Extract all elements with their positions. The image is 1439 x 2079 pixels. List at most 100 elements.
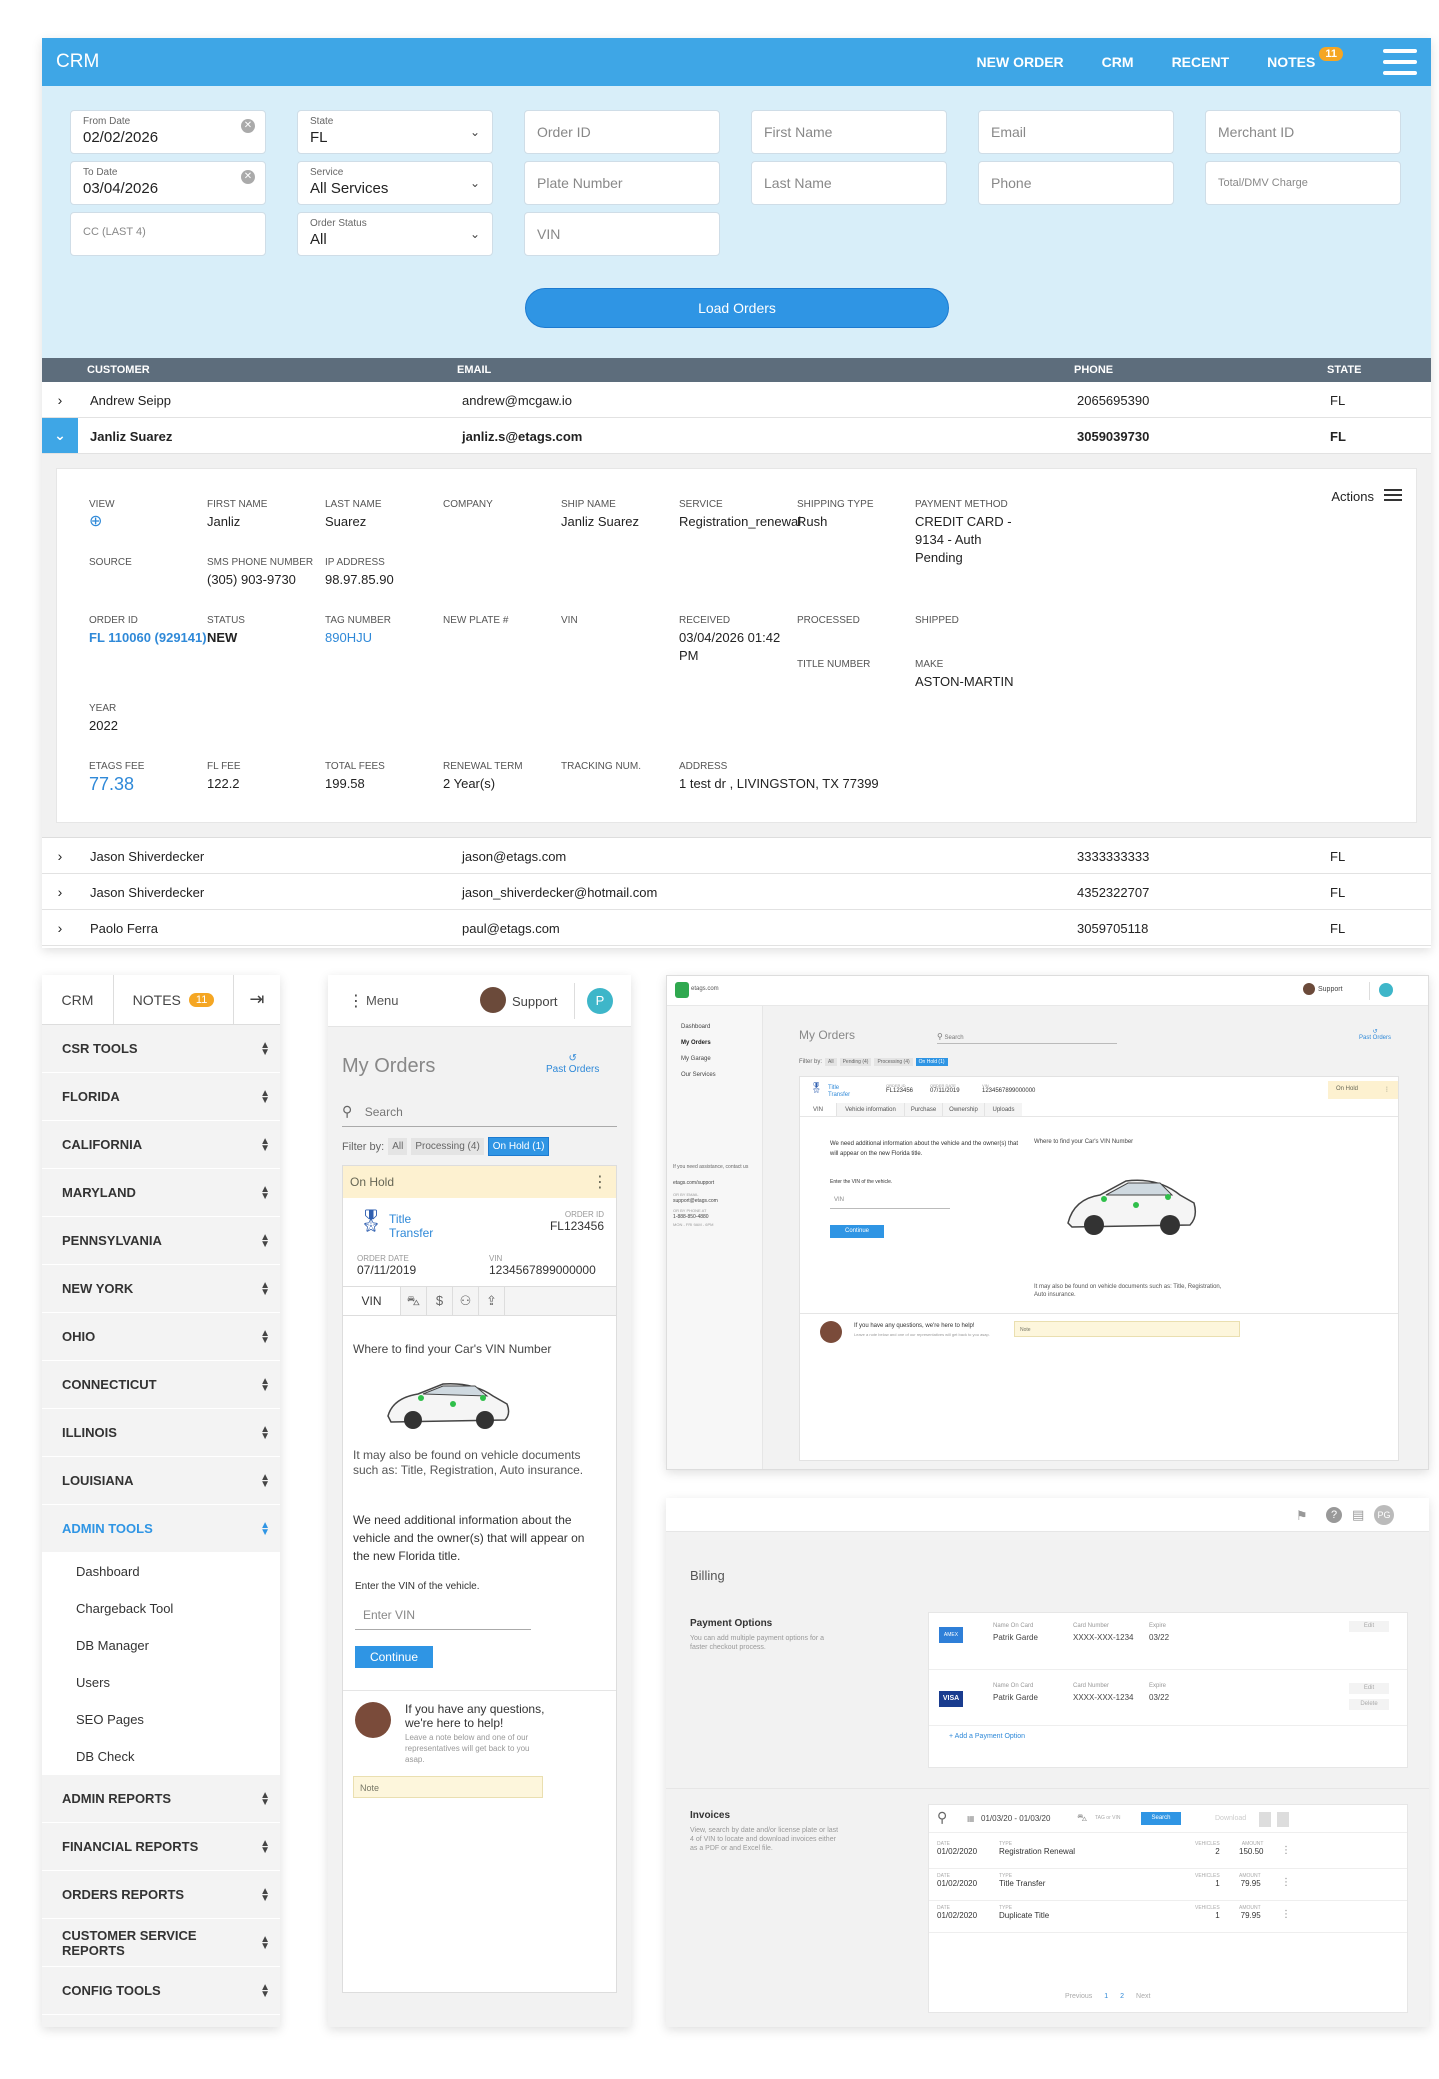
logout-icon[interactable]: ⇥: [234, 975, 280, 1024]
search-input[interactable]: ⚲ Search: [342, 1103, 617, 1127]
pager-previous[interactable]: Previous: [1065, 1993, 1092, 2000]
tab-crm[interactable]: CRM: [42, 975, 114, 1024]
vin-input[interactable]: VIN: [524, 212, 720, 256]
calendar-icon[interactable]: ▦: [967, 1814, 975, 1823]
service-select[interactable]: Service All Services ⌄: [297, 161, 493, 205]
pager-page-2[interactable]: 2: [1120, 1993, 1124, 2000]
filter-on-hold[interactable]: On Hold (1): [487, 1137, 550, 1156]
upload-icon[interactable]: ⇪: [479, 1287, 505, 1315]
phone-value[interactable]: 1-888-850-4880: [673, 1214, 709, 1220]
email-input[interactable]: Email: [978, 110, 1174, 154]
invoice-row[interactable]: DATE 01/02/2020 TYPE Registration Renewal VE…: [929, 1837, 1407, 1869]
sidebar-item-config-tools[interactable]: CONFIG TOOLS ▲ ▼: [42, 1967, 280, 2015]
first-name-input[interactable]: First Name: [751, 110, 947, 154]
invoice-row[interactable]: DATE 01/02/2020 TYPE Title Transfer VEHICLES…: [929, 1869, 1407, 1901]
invoice-row[interactable]: DATE 01/02/2020 TYPE Duplicate Title VEHICLE…: [929, 1901, 1407, 1933]
tab-purchase[interactable]: Purchase: [904, 1103, 942, 1116]
delete-button[interactable]: Delete: [1349, 1699, 1389, 1710]
load-orders-button[interactable]: Load Orders: [525, 288, 949, 328]
chevron-right-icon[interactable]: ›: [42, 382, 78, 417]
actions-menu-icon[interactable]: [1384, 489, 1402, 501]
search-input[interactable]: ⚲ Search: [937, 1032, 1117, 1044]
clear-icon[interactable]: ✕: [241, 119, 255, 133]
excel-icon[interactable]: [1277, 1812, 1289, 1827]
date-range-input[interactable]: 01/03/20 - 01/03/20: [981, 1814, 1050, 1823]
sidebar-item-csr-tools[interactable]: CSR TOOLS ▲ ▼: [42, 1025, 280, 1073]
chevron-down-icon[interactable]: ⌄: [42, 418, 78, 453]
nav-our-services[interactable]: Our Services: [681, 1072, 716, 1078]
user-avatar-icon[interactable]: [1379, 983, 1393, 997]
pager-page-1[interactable]: 1: [1104, 1993, 1108, 2000]
filter-processing[interactable]: Processing (4): [874, 1058, 913, 1066]
tab-ownership[interactable]: Ownership: [942, 1103, 984, 1116]
sidebar-item-customer-service-reports[interactable]: CUSTOMER SERVICE REPORTS ▲ ▼: [42, 1919, 280, 1967]
nav-crm[interactable]: CRM: [1102, 54, 1134, 70]
filter-all[interactable]: All: [825, 1058, 837, 1066]
sidebar-item-california[interactable]: CALIFORNIA ▲ ▼: [42, 1121, 280, 1169]
sidebar-item-louisiana[interactable]: LOUISIANA ▲ ▼: [42, 1457, 280, 1505]
filter-all[interactable]: All: [388, 1138, 408, 1155]
submenu-dashboard[interactable]: Dashboard: [42, 1553, 280, 1590]
sidebar-item-pennsylvania[interactable]: PENNSYLVANIA ▲ ▼: [42, 1217, 280, 1265]
hamburger-menu-icon[interactable]: [1383, 49, 1417, 75]
download-label[interactable]: Download: [1215, 1815, 1246, 1822]
add-payment-link[interactable]: + Add a Payment Option: [949, 1733, 1025, 1740]
nav-recent[interactable]: RECENT: [1172, 54, 1230, 70]
submenu-seo-pages[interactable]: SEO Pages: [42, 1701, 280, 1738]
note-input[interactable]: Note: [1014, 1321, 1240, 1337]
cc-last4-input[interactable]: CC (LAST 4): [70, 212, 266, 256]
last-name-input[interactable]: Last Name: [751, 161, 947, 205]
kebab-menu-icon[interactable]: ⋮: [1384, 1086, 1390, 1093]
past-orders-link[interactable]: ↺ Past Orders: [1359, 1028, 1391, 1041]
sidebar-item-orders-reports[interactable]: ORDERS REPORTS ▲ ▼: [42, 1871, 280, 1919]
plate-number-input[interactable]: Plate Number: [524, 161, 720, 205]
sidebar-item-financial-reports[interactable]: FINANCIAL REPORTS ▲ ▼: [42, 1823, 280, 1871]
total-dmv-input[interactable]: Total/DMV Charge: [1205, 161, 1401, 205]
support-label[interactable]: Support: [512, 994, 558, 1009]
order-id-input[interactable]: Order ID: [524, 110, 720, 154]
clipboard-icon[interactable]: ▤: [1352, 1507, 1364, 1523]
kebab-menu-icon[interactable]: ⋮: [1281, 1845, 1291, 1856]
menu-label[interactable]: Menu: [366, 993, 399, 1008]
submenu-db-check[interactable]: DB Check: [42, 1738, 280, 1775]
tab-vin[interactable]: VIN: [800, 1103, 836, 1116]
phone-input[interactable]: Phone: [978, 161, 1174, 205]
table-row[interactable]: › Jason Shiverdecker jason@etags.com 333…: [42, 838, 1431, 874]
pdf-icon[interactable]: [1259, 1812, 1271, 1827]
chevron-right-icon[interactable]: ›: [42, 910, 78, 945]
state-select[interactable]: State FL ⌄: [297, 110, 493, 154]
support-label[interactable]: Support: [1318, 986, 1343, 993]
dollar-icon[interactable]: $: [427, 1287, 453, 1315]
submenu-chargeback-tool[interactable]: Chargeback Tool: [42, 1590, 280, 1627]
sidebar-item-florida[interactable]: FLORIDA ▲ ▼: [42, 1073, 280, 1121]
nav-new-order[interactable]: NEW ORDER: [977, 54, 1064, 70]
search-icon[interactable]: ⚲: [937, 1809, 947, 1826]
nav-my-garage[interactable]: My Garage: [681, 1056, 711, 1062]
sidebar-item-admin-tools[interactable]: ADMIN TOOLS ▲ ▼: [42, 1505, 280, 1553]
kebab-menu-icon[interactable]: ⋮: [592, 1172, 608, 1192]
tab-notes[interactable]: NOTES 11: [114, 975, 234, 1024]
assist-link[interactable]: etags.com/support: [673, 1180, 714, 1186]
note-input[interactable]: Note: [353, 1776, 543, 1798]
user-avatar[interactable]: PG: [1374, 1505, 1394, 1525]
continue-button[interactable]: Continue: [830, 1225, 884, 1238]
kebab-menu-icon[interactable]: ⋮: [348, 991, 364, 1011]
sidebar-item-connecticut[interactable]: CONNECTICUT ▲ ▼: [42, 1361, 280, 1409]
car-icon[interactable]: ⛍: [401, 1287, 427, 1315]
edit-button[interactable]: Edit: [1349, 1683, 1389, 1694]
kebab-menu-icon[interactable]: ⋮: [1281, 1909, 1291, 1920]
filter-on-hold[interactable]: On Hold (1): [915, 1058, 948, 1066]
submenu-users[interactable]: Users: [42, 1664, 280, 1701]
tag-vin-input[interactable]: TAG or VIN: [1095, 1815, 1120, 1821]
nav-notes[interactable]: NOTES 11: [1267, 47, 1343, 70]
table-row-selected[interactable]: ⌄ Janliz Suarez janliz.s@etags.com 30590…: [42, 418, 1431, 454]
edit-button[interactable]: Edit: [1349, 1621, 1389, 1632]
chevron-right-icon[interactable]: ›: [42, 838, 78, 873]
tag-link[interactable]: 890HJU: [325, 629, 475, 647]
sidebar-item-ohio[interactable]: OHIO ▲ ▼: [42, 1313, 280, 1361]
from-date-field[interactable]: From Date 02/02/2026 ✕: [70, 110, 266, 154]
nav-my-orders[interactable]: My Orders: [681, 1040, 711, 1046]
continue-button[interactable]: Continue: [355, 1646, 433, 1668]
sidebar-item-admin-reports[interactable]: ADMIN REPORTS ▲ ▼: [42, 1775, 280, 1823]
table-row[interactable]: › Jason Shiverdecker jason_shiverdecker@…: [42, 874, 1431, 910]
